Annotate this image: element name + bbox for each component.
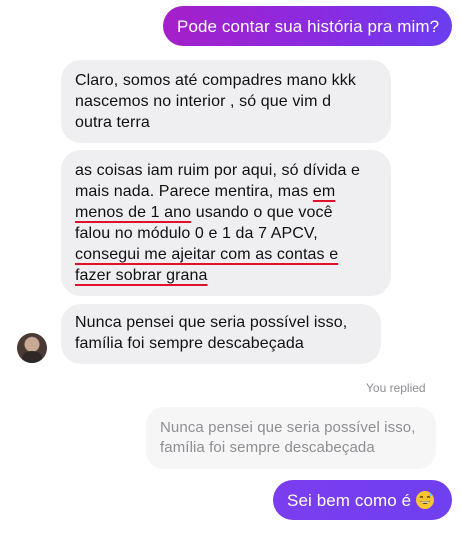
underlined-text: em bbox=[312, 183, 336, 200]
message-text: Sei bem como é bbox=[287, 491, 412, 510]
received-message-bubble[interactable]: Claro, somos até compadres mano kkk nasc… bbox=[61, 60, 391, 143]
message-line: consegui me ajeitar com as contas e bbox=[75, 246, 339, 263]
underlined-text: fazer sobrar grana bbox=[75, 267, 208, 284]
quoted-reply-bubble[interactable]: Nunca pensei que seria possível isso, fa… bbox=[146, 407, 436, 469]
message-line: Claro, somos até compadres mano kkk bbox=[75, 72, 356, 89]
quote-line: Nunca pensei que seria possível isso, bbox=[160, 419, 416, 436]
message-line: mais nada. Parece mentira, mas em bbox=[75, 183, 336, 200]
message-line: as coisas iam ruim por aqui, só dívida e bbox=[75, 162, 361, 179]
grinning-sweat-emoji-icon bbox=[416, 491, 435, 509]
message-line: outra terra bbox=[75, 114, 150, 131]
received-message-bubble[interactable]: as coisas iam ruim por aqui, só dívida e… bbox=[61, 150, 391, 296]
message-line: fazer sobrar grana bbox=[75, 265, 391, 286]
message-line: família foi sempre descabeçada bbox=[75, 335, 304, 352]
sent-message-bubble[interactable]: Sei bem como é bbox=[273, 480, 452, 520]
contact-avatar-icon[interactable] bbox=[17, 333, 47, 363]
reply-indicator-label: You replied bbox=[366, 381, 426, 395]
quote-line: família foi sempre descabeçada bbox=[160, 439, 375, 456]
message-line: falou no módulo 0 e 1 da 7 APCV, bbox=[75, 225, 318, 242]
message-line: menos de 1 ano usando o que você bbox=[75, 204, 333, 221]
sent-message-bubble[interactable]: Pode contar sua história pra mim? bbox=[163, 6, 452, 46]
underlined-text: menos de 1 ano bbox=[75, 204, 192, 221]
message-text: Pode contar sua história pra mim? bbox=[177, 17, 440, 36]
message-line: nascemos no interior , só que vim d bbox=[75, 93, 332, 110]
received-message-bubble[interactable]: Nunca pensei que seria possível isso, fa… bbox=[61, 304, 381, 364]
message-line: Nunca pensei que seria possível isso, bbox=[75, 314, 348, 331]
